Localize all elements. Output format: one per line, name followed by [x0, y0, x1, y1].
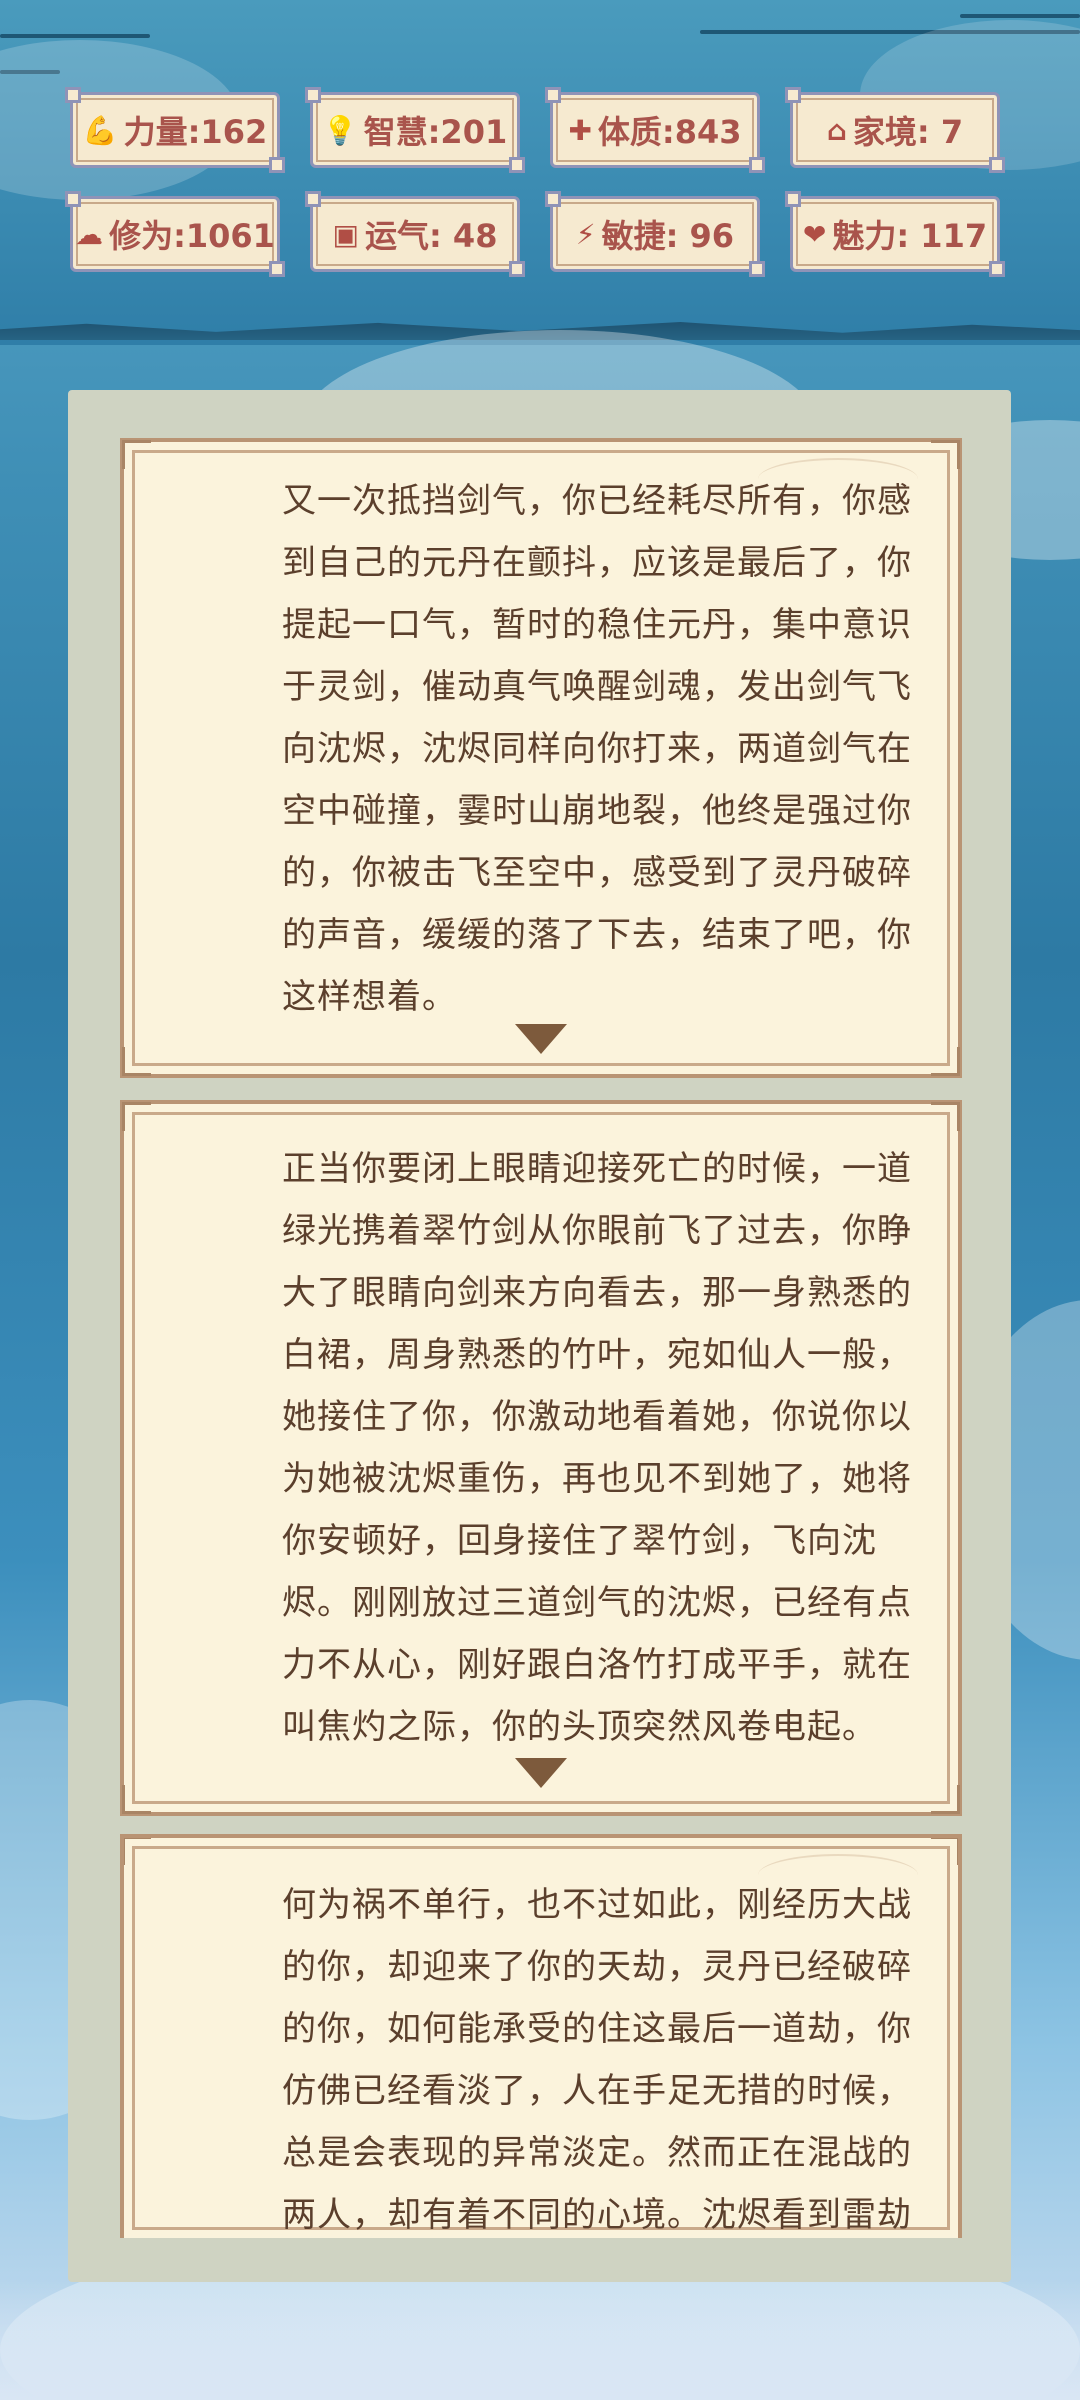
- stat-family: ⌂ 家境: 7: [785, 87, 1005, 173]
- cloud-icon: ☁: [75, 217, 104, 251]
- stat-label: 敏捷: 96: [601, 217, 735, 255]
- stat-cultivation: ☁ 修为:1061: [65, 191, 285, 277]
- stat-label: 修为:1061: [109, 217, 275, 255]
- corner-ornament: [122, 1785, 151, 1814]
- stat-strength: 💪 力量:162: [65, 87, 285, 173]
- story-card-3[interactable]: 何为祸不单行，也不过如此，刚经历大战的你，却迎来了你的天劫，灵丹已经破碎的你，如…: [120, 1834, 962, 2238]
- stat-label: 体质:843: [597, 113, 742, 151]
- continue-arrow-icon[interactable]: [515, 1024, 567, 1054]
- corner-ornament: [931, 440, 960, 469]
- corner-ornament: [124, 1838, 151, 1865]
- stat-label: 魅力: 117: [832, 217, 988, 255]
- story-card-2[interactable]: 正当你要闭上眼睛迎接死亡的时候，一道绿光携着翠竹剑从你眼前飞了过去，你睁大了眼睛…: [120, 1100, 962, 1816]
- stat-label: 运气: 48: [364, 217, 498, 255]
- decor-line: [960, 14, 1080, 18]
- stat-agility: ⚡ 敏捷: 96: [545, 191, 765, 277]
- corner-ornament: [931, 1785, 960, 1814]
- corner-ornament: [122, 1047, 151, 1076]
- stat-label: 家境: 7: [852, 113, 964, 151]
- stat-label: 力量:162: [123, 113, 268, 151]
- lightning-icon: ⚡: [575, 217, 596, 251]
- corner-ornament: [931, 1047, 960, 1076]
- stat-luck: ▣ 运气: 48: [305, 191, 525, 277]
- story-text: 何为祸不单行，也不过如此，刚经历大战的你，却迎来了你的天劫，灵丹已经破碎的你，如…: [282, 1885, 912, 2235]
- heart-icon: ❤: [802, 217, 827, 251]
- corner-ornament: [931, 1102, 960, 1131]
- stat-wisdom: 💡 智慧:201: [305, 87, 525, 173]
- decor-line: [0, 34, 150, 38]
- story-card-1[interactable]: 又一次抵挡剑气，你已经耗尽所有，你感到自己的元丹在颤抖，应该是最后了，你提起一口…: [120, 438, 962, 1078]
- home-icon: ⌂: [826, 113, 847, 147]
- muscle-icon: 💪: [82, 113, 118, 147]
- stat-charm: ❤ 魅力: 117: [785, 191, 1005, 277]
- corner-ornament: [122, 440, 151, 469]
- luck-icon: ▣: [332, 217, 359, 251]
- continue-arrow-icon[interactable]: [515, 1758, 567, 1788]
- corner-ornament: [931, 1838, 958, 1865]
- stat-label: 智慧:201: [363, 113, 508, 151]
- corner-ornament: [122, 1102, 151, 1131]
- stat-constitution: ✚ 体质:843: [545, 87, 765, 173]
- story-text: 正当你要闭上眼睛迎接死亡的时候，一道绿光携着翠竹剑从你眼前飞了过去，你睁大了眼睛…: [282, 1149, 912, 1747]
- health-icon: ✚: [568, 113, 592, 147]
- lightbulb-icon: 💡: [322, 113, 358, 147]
- bottom-fade: [0, 2280, 1080, 2400]
- story-text: 又一次抵挡剑气，你已经耗尽所有，你感到自己的元丹在颤抖，应该是最后了，你提起一口…: [282, 481, 912, 1017]
